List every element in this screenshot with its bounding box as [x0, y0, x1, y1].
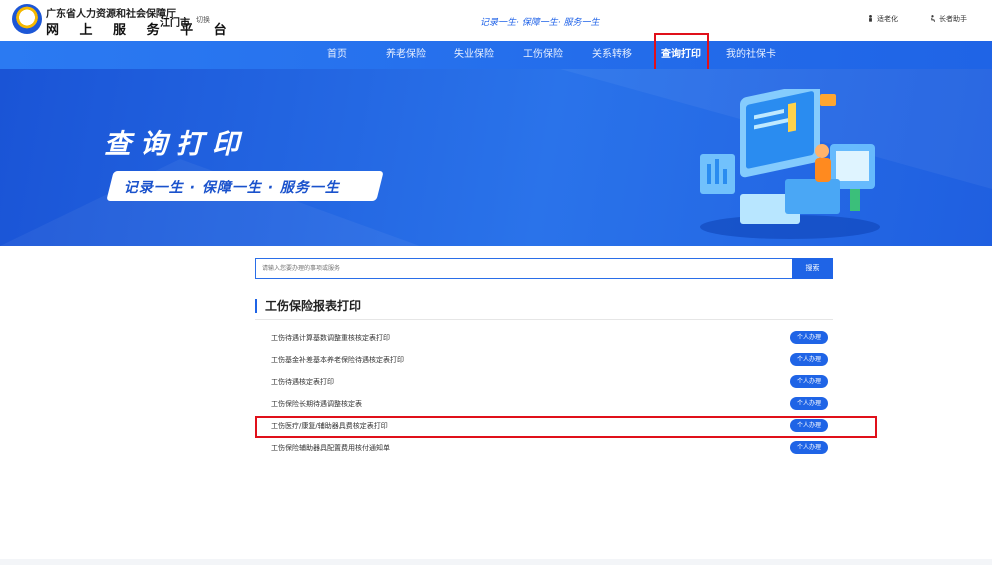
list-item: 工伤待遇计算基数调整重核核定表打印 个人办理 — [255, 328, 833, 348]
list-item-label[interactable]: 工伤医疗/康复/辅助器具费核定表打印 — [271, 421, 388, 431]
personal-apply-button[interactable]: 个人办理 — [790, 353, 828, 366]
accessibility-icon — [931, 15, 936, 22]
list-item-label[interactable]: 工伤待遇核定表打印 — [271, 377, 334, 387]
nav-item-home[interactable]: 首页 — [327, 41, 347, 69]
personal-apply-button[interactable]: 个人办理 — [790, 419, 828, 432]
list-item-label[interactable]: 工伤待遇计算基数调整重核核定表打印 — [271, 333, 390, 343]
nav-item-transfer[interactable]: 关系转移 — [592, 41, 632, 69]
current-city: 江门市 — [160, 18, 190, 29]
banner-slogan-box: 记录一生 · 保障一生 · 服务一生 — [106, 171, 384, 201]
nav-item-injury[interactable]: 工伤保险 — [523, 41, 563, 69]
search-input[interactable] — [256, 259, 793, 278]
section-title: 工伤保险报表打印 — [255, 299, 361, 313]
list-item-label[interactable]: 工伤基金补差基本养老保险待遇核定表打印 — [271, 355, 404, 365]
footer-strip — [0, 559, 992, 565]
header-slogan: 记录一生· 保障一生· 服务一生 — [480, 18, 600, 28]
personal-apply-button[interactable]: 个人办理 — [790, 441, 828, 454]
section-divider — [255, 319, 833, 320]
list-item: 工伤医疗/康复/辅助器具费核定表打印 个人办理 — [255, 416, 833, 436]
elderly-mode-label: 适老化 — [877, 15, 898, 23]
personal-apply-button[interactable]: 个人办理 — [790, 331, 828, 344]
switch-city-link[interactable]: 切换 — [196, 15, 210, 25]
nav-item-query-print[interactable]: 查询打印 — [661, 41, 701, 69]
emblem-logo — [12, 4, 42, 34]
list-item: 工伤保险辅助器具配置费用核付通知单 个人办理 — [255, 438, 833, 458]
search-button[interactable]: 搜索 — [792, 258, 833, 279]
list-item: 工伤保险长期待遇调整核定表 个人办理 — [255, 394, 833, 414]
senior-assistant-button[interactable]: 长者助手 — [929, 14, 967, 24]
personal-apply-button[interactable]: 个人办理 — [790, 397, 828, 410]
nav-item-social-card[interactable]: 我的社保卡 — [726, 41, 776, 69]
service-search: 搜索 — [255, 258, 833, 279]
list-item-label[interactable]: 工伤保险辅助器具配置费用核付通知单 — [271, 443, 390, 453]
hero-banner: 查询打印 记录一生 · 保障一生 · 服务一生 — [0, 69, 992, 246]
banner-slogan-text: 记录一生 · 保障一生 · 服务一生 — [123, 180, 340, 196]
elderly-mode-button[interactable]: 适老化 — [867, 14, 898, 24]
personal-apply-button[interactable]: 个人办理 — [790, 375, 828, 388]
elderly-icon — [869, 15, 872, 22]
nav-item-unemployment[interactable]: 失业保险 — [454, 41, 494, 69]
office-illustration-icon — [700, 89, 880, 239]
org-name: 广东省人力资源和社会保障厅 — [46, 9, 176, 20]
main-nav: 首页 养老保险 失业保险 工伤保险 关系转移 查询打印 我的社保卡 — [0, 41, 992, 69]
nav-item-pension[interactable]: 养老保险 — [386, 41, 426, 69]
banner-title: 查询打印 — [104, 129, 248, 160]
senior-assistant-label: 长者助手 — [939, 15, 967, 23]
top-bar: 广东省人力资源和社会保障厅 网 上 服 务 平 台 江门市 切换 记录一生· 保… — [0, 0, 992, 41]
list-item: 工伤基金补差基本养老保险待遇核定表打印 个人办理 — [255, 350, 833, 370]
list-item-label[interactable]: 工伤保险长期待遇调整核定表 — [271, 399, 362, 409]
list-item: 工伤待遇核定表打印 个人办理 — [255, 372, 833, 392]
